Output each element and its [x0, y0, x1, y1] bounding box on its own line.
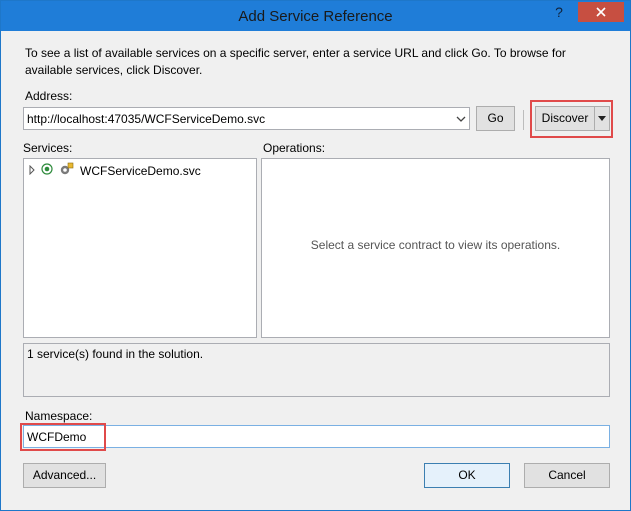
- status-panel: 1 service(s) found in the solution.: [23, 343, 610, 397]
- namespace-input[interactable]: WCFDemo: [23, 425, 610, 448]
- address-value: http://localhost:47035/WCFServiceDemo.sv…: [27, 112, 266, 126]
- close-button[interactable]: [578, 2, 624, 22]
- ok-button[interactable]: OK: [424, 463, 510, 488]
- chevron-down-icon[interactable]: [455, 115, 467, 123]
- status-text: 1 service(s) found in the solution.: [27, 347, 204, 361]
- operations-empty-message: Select a service contract to view its op…: [310, 238, 561, 252]
- services-label: Services:: [23, 141, 73, 155]
- close-icon: [596, 7, 606, 17]
- tree-item-service[interactable]: WCFServiceDemo.svc: [28, 162, 201, 178]
- help-button[interactable]: ?: [549, 2, 569, 22]
- expand-arrow-icon[interactable]: [28, 164, 38, 178]
- namespace-highlight: [20, 423, 106, 451]
- service-label: WCFServiceDemo.svc: [80, 163, 201, 178]
- address-label: Address:: [25, 89, 73, 103]
- service-status-icon: [41, 163, 55, 178]
- window-title: Add Service Reference: [238, 8, 393, 25]
- operations-label: Operations:: [263, 141, 326, 155]
- intro-text: To see a list of available services on a…: [25, 46, 566, 77]
- title-bar[interactable]: Add Service Reference ?: [1, 1, 630, 31]
- dialog-body: To see a list of available services on a…: [8, 31, 623, 503]
- address-combobox[interactable]: http://localhost:47035/WCFServiceDemo.sv…: [23, 107, 470, 130]
- advanced-button[interactable]: Advanced...: [23, 463, 106, 488]
- operations-list[interactable]: Select a service contract to view its op…: [261, 158, 610, 338]
- toolbar-separator: [523, 110, 524, 130]
- add-service-reference-dialog: Add Service Reference ? To see a list of…: [0, 0, 631, 511]
- services-tree[interactable]: WCFServiceDemo.svc: [23, 158, 257, 338]
- discover-highlight: [530, 100, 613, 138]
- cancel-button[interactable]: Cancel: [524, 463, 610, 488]
- service-icon: [59, 162, 77, 179]
- go-button[interactable]: Go: [476, 106, 515, 131]
- namespace-label: Namespace:: [25, 409, 93, 423]
